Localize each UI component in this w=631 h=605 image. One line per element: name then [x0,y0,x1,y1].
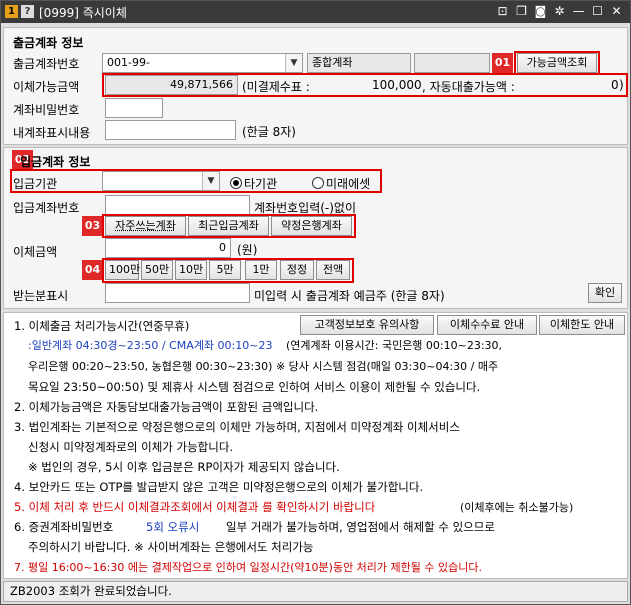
notice-line-3: 우리은행 00:20~23:50, 농협은행 00:30~23:30) ※ 당사… [28,360,499,373]
window-controls: ⊡ ❐ ◙ ✲ — ☐ ✕ [495,4,624,19]
window-title: [0999] 즉시이체 [39,6,127,20]
notice-line-10-red: 5. 이체 처리 후 반드시 이체결과조회에서 이체결과 를 확인하시기 바랍니… [14,500,376,514]
radio-other-label: 타기관 [244,177,278,191]
privacy-notice-button[interactable]: 고객정보보호 유의사항 [300,315,434,335]
amount-all-button[interactable]: 전액 [316,260,350,280]
confirm-button[interactable]: 확인 [588,283,622,303]
available-amount-label: 이체가능금액 [13,80,80,94]
password-input[interactable] [105,98,163,118]
notice-line-7: 신청시 미약정계좌로의 이체가 가능합니다. [28,440,234,454]
notice-line-8: ※ 법인의 경우, 5시 이후 입금분은 RP이자가 제공되지 않습니다. [28,460,340,474]
notice-line-6: 3. 법인계좌는 기본적으로 약정은행으로의 이체만 가능하며, 지점에서 미약… [14,420,460,434]
notice-line-4: 목요일 23:50~00:50) 및 제휴사 시스템 점검으로 인하여 서비스 … [28,380,481,394]
transfer-limit-button[interactable]: 이체한도 안내 [539,315,625,335]
deposit-panel: 02 입금계좌 정보 입금기관 ▼ 타기관 미래에셋 입금계좌번호 계좌번호입력… [3,147,628,309]
transfer-window: 1 ? [0999] 즉시이체 ⊡ ❐ ◙ ✲ — ☐ ✕ 출금계좌 정보 출금… [0,0,631,605]
available-amount-value: 49,871,566 [105,75,238,95]
withdraw-section-title: 출금계좌 정보 [13,36,84,50]
notice-line-13-red: 7. 평일 16:00~16:30 에는 결제작업으로 인하여 일정시간(약10… [14,561,482,574]
notice-line-11-a: 6. 증권계좌비밀번호 [14,520,114,534]
withdraw-account-value: 001-99- [107,56,150,69]
radio-mirae-label: 미래에셋 [326,177,371,191]
auto-loan-label: , 자동대출가능액 : [422,80,515,94]
account-type-extra-field [414,53,490,73]
auto-loan-value: 0 [611,78,619,92]
gear-icon[interactable]: ✲ [552,4,567,19]
screen-number-badge[interactable]: 1 [5,5,18,18]
notice-line-12: 주의하시기 바랍니다. ※ 사이버계좌는 은행에서도 처리가능 [28,540,314,554]
help-icon[interactable]: ? [21,5,34,18]
recipient-input[interactable] [105,283,250,303]
close-icon[interactable]: ✕ [609,4,624,19]
recipient-hint: 미입력 시 출금계좌 예금주 (한글 8자) [254,289,445,303]
notice-line-11-blue: 5회 오류시 [146,520,200,534]
contract-bank-button[interactable]: 약정은행계좌 [271,216,352,236]
notice-line-2: (연계계좌 이용시간: 국민은행 00:10~23:30, [286,339,503,352]
amount-input[interactable]: 0 [105,238,231,258]
notice-line-5: 2. 이체가능금액은 자동담보대출가능금액이 포함된 금액입니다. [14,400,319,414]
badge-01: 01 [492,53,513,73]
notice-line-1: 1. 이체출금 처리가능시간(연중무휴) [14,319,190,333]
available-amount-button[interactable]: 가능금액조회 [517,53,597,73]
password-label: 계좌비밀번호 [13,103,80,117]
pin-icon[interactable]: ⊡ [495,4,510,19]
withdraw-account-label: 출금계좌번호 [13,57,80,71]
close-paren: ) [619,78,624,92]
title-bar: 1 ? [0999] 즉시이체 ⊡ ❐ ◙ ✲ — ☐ ✕ [1,1,630,23]
bank-select[interactable]: ▼ [102,171,220,191]
unsettled-check-value: 100,000 [372,78,422,92]
withdraw-account-select[interactable]: 001-99- ▼ [102,53,303,73]
unsettled-check-label: (미결제수표 : [242,80,310,94]
deposit-account-input[interactable] [105,195,250,215]
amount-button-50k[interactable]: 5만 [209,260,241,280]
amount-button-1m[interactable]: 100만 [105,260,140,280]
amount-button-100k[interactable]: 10만 [175,260,207,280]
notice-line-10: (이체후에는 취소불가능) [460,501,574,514]
radio-mirae[interactable]: 미래에셋 [312,175,370,192]
amount-button-10k[interactable]: 1만 [245,260,277,280]
notice-line-2-blue: :일반계좌 04:30경~23:50 / CMA계좌 00:10~23 [28,339,273,352]
notice-line-9: 4. 보안카드 또는 OTP를 발급받지 않은 고객은 미약정은행으로의 이체가… [14,480,424,494]
chevron-down-icon[interactable]: ▼ [285,54,302,72]
amount-correct-button[interactable]: 정정 [280,260,314,280]
account-type-field: 종합계좌 [307,53,411,73]
memo-label: 내계좌표시내용 [13,126,91,140]
memo-hint: (한글 8자) [242,125,296,139]
chevron-down-icon[interactable]: ▼ [202,172,219,190]
notice-panel: 고객정보보호 유의사항 이체수수료 안내 이체한도 안내 1. 이체출금 처리가… [3,312,628,579]
memo-input[interactable] [105,120,236,140]
camera-icon[interactable]: ◙ [533,4,548,19]
badge-03: 03 [82,216,103,236]
radio-selected-icon [230,177,242,189]
minimize-icon[interactable]: — [571,4,586,19]
badge-04: 04 [82,260,103,280]
recent-deposit-button[interactable]: 최근입금계좌 [188,216,269,236]
frequent-account-button[interactable]: 자주쓰는계좌 [105,216,186,236]
withdraw-panel: 출금계좌 정보 출금계좌번호 001-99- ▼ 종합계좌 01 가능금액조회 … [3,27,628,145]
amount-unit: (원) [237,243,258,257]
deposit-account-label: 입금계좌번호 [13,201,80,215]
deposit-section-title: 입금계좌 정보 [20,155,91,169]
transfer-fee-button[interactable]: 이체수수료 안내 [437,315,537,335]
radio-unselected-icon [312,177,324,189]
amount-button-500k[interactable]: 50만 [141,260,173,280]
amount-label: 이체금액 [13,245,58,259]
bank-label: 입금기관 [13,177,58,191]
copy-icon[interactable]: ❐ [514,4,529,19]
recipient-label: 받는분표시 [13,289,69,303]
status-bar: ZB2003 조회가 완료되었습니다. [3,581,628,602]
radio-other-bank[interactable]: 타기관 [230,175,277,192]
maximize-icon[interactable]: ☐ [590,4,605,19]
notice-line-11-b: 일부 거래가 불가능하며, 영업점에서 해제할 수 있으므로 [226,520,495,534]
